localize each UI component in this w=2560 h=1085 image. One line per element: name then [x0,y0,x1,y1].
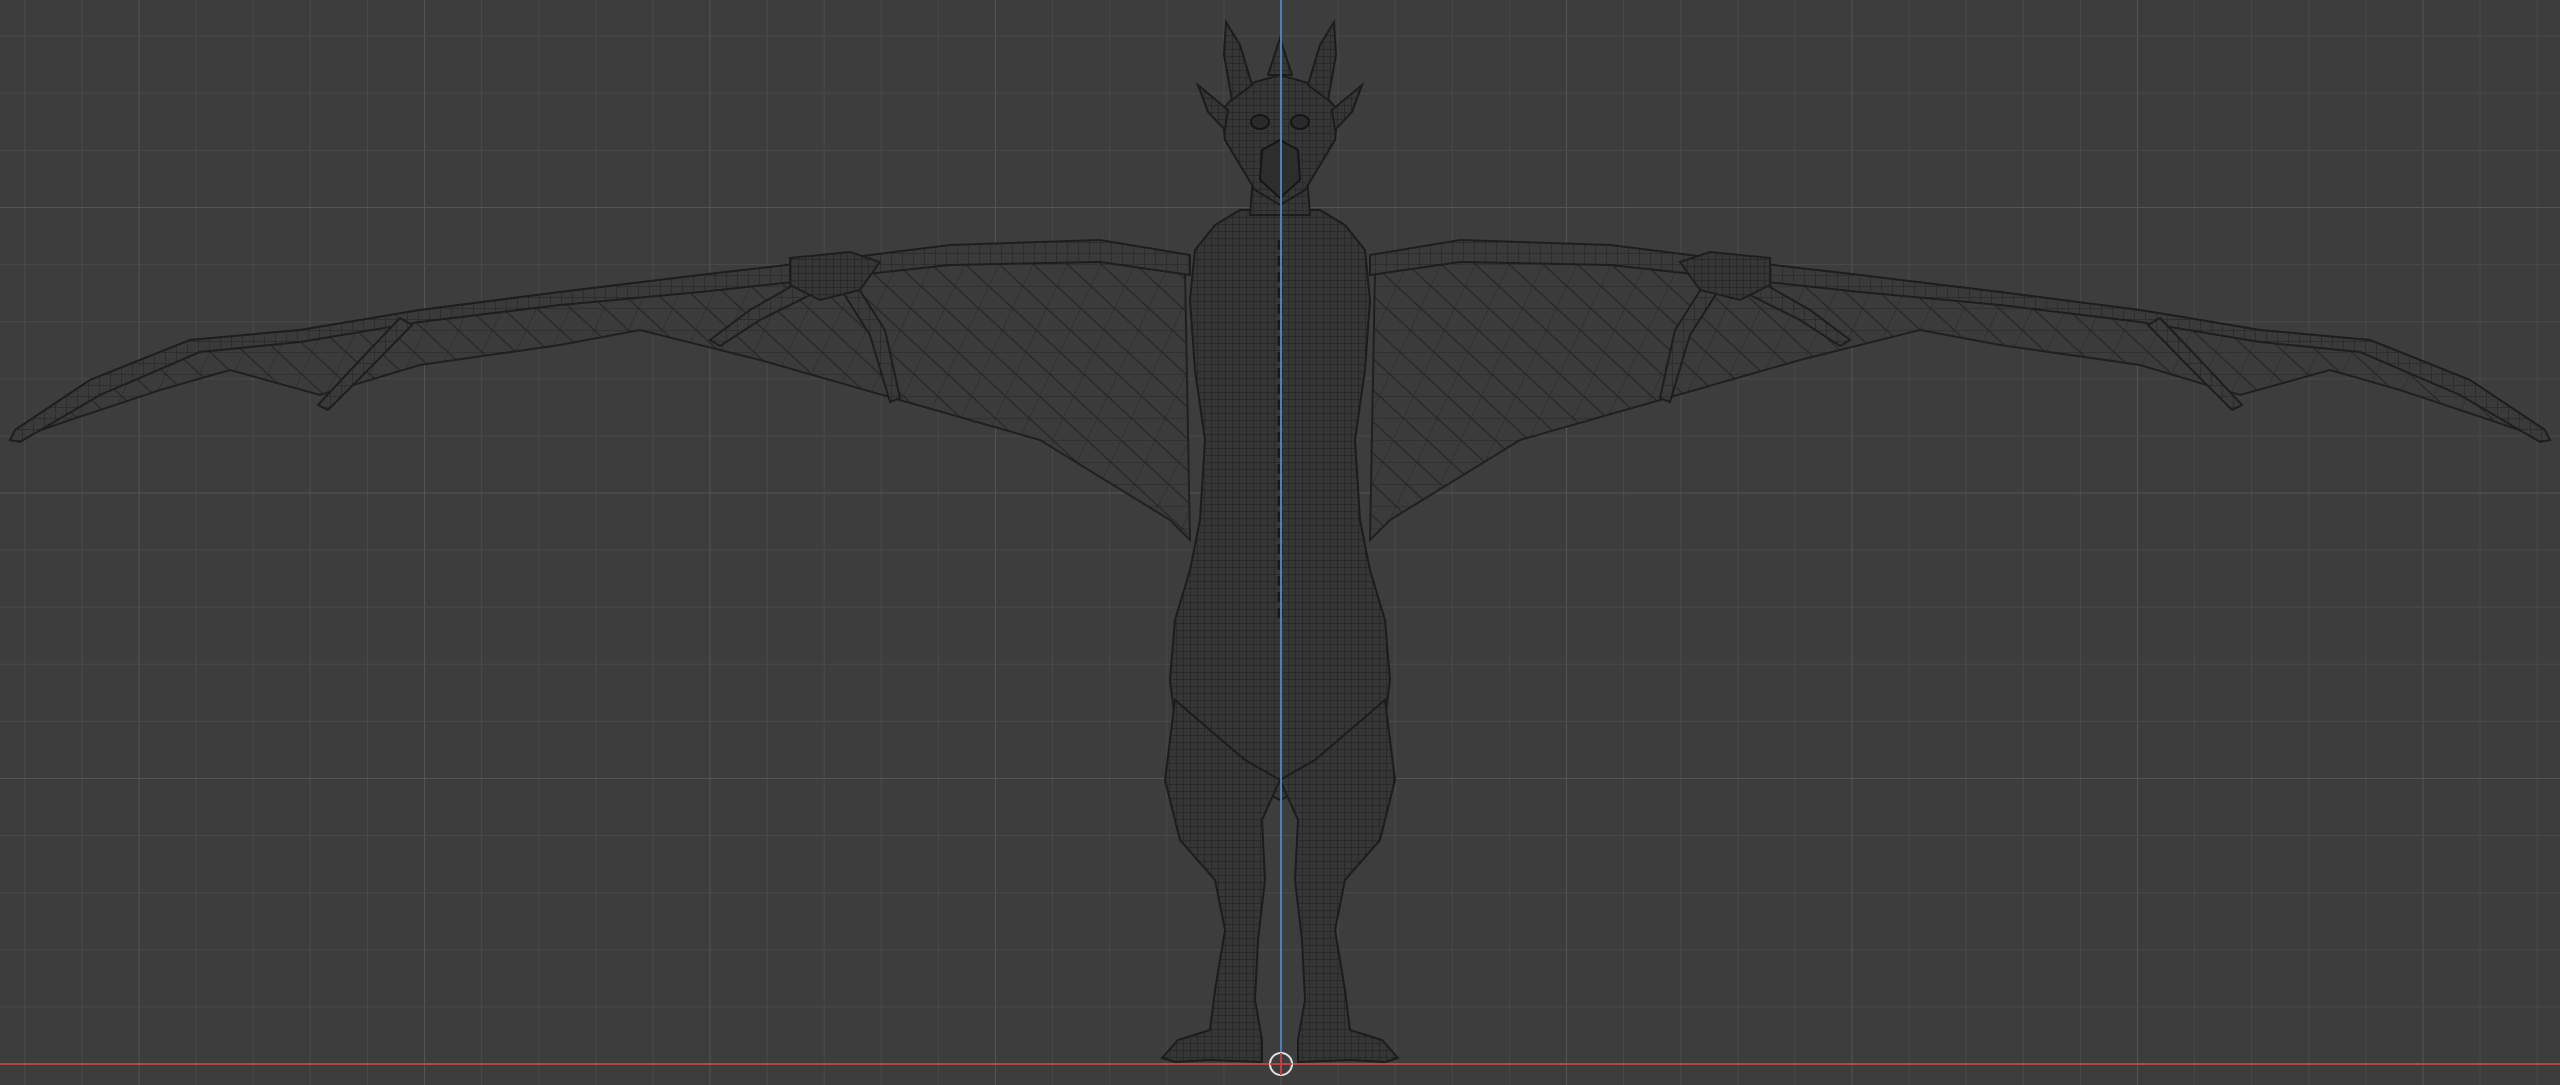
wing-left [8,238,1192,543]
ear-frill-right [1330,81,1365,133]
viewport-canvas[interactable] [0,0,2560,1085]
horn-right [1306,18,1338,102]
object-origin-icon[interactable] [1269,1052,1293,1076]
horn-left [1222,18,1254,102]
wing-right [1368,238,2552,543]
3d-viewport[interactable] [0,0,2560,1085]
eye-left [1250,114,1270,130]
eye-right [1290,114,1310,130]
